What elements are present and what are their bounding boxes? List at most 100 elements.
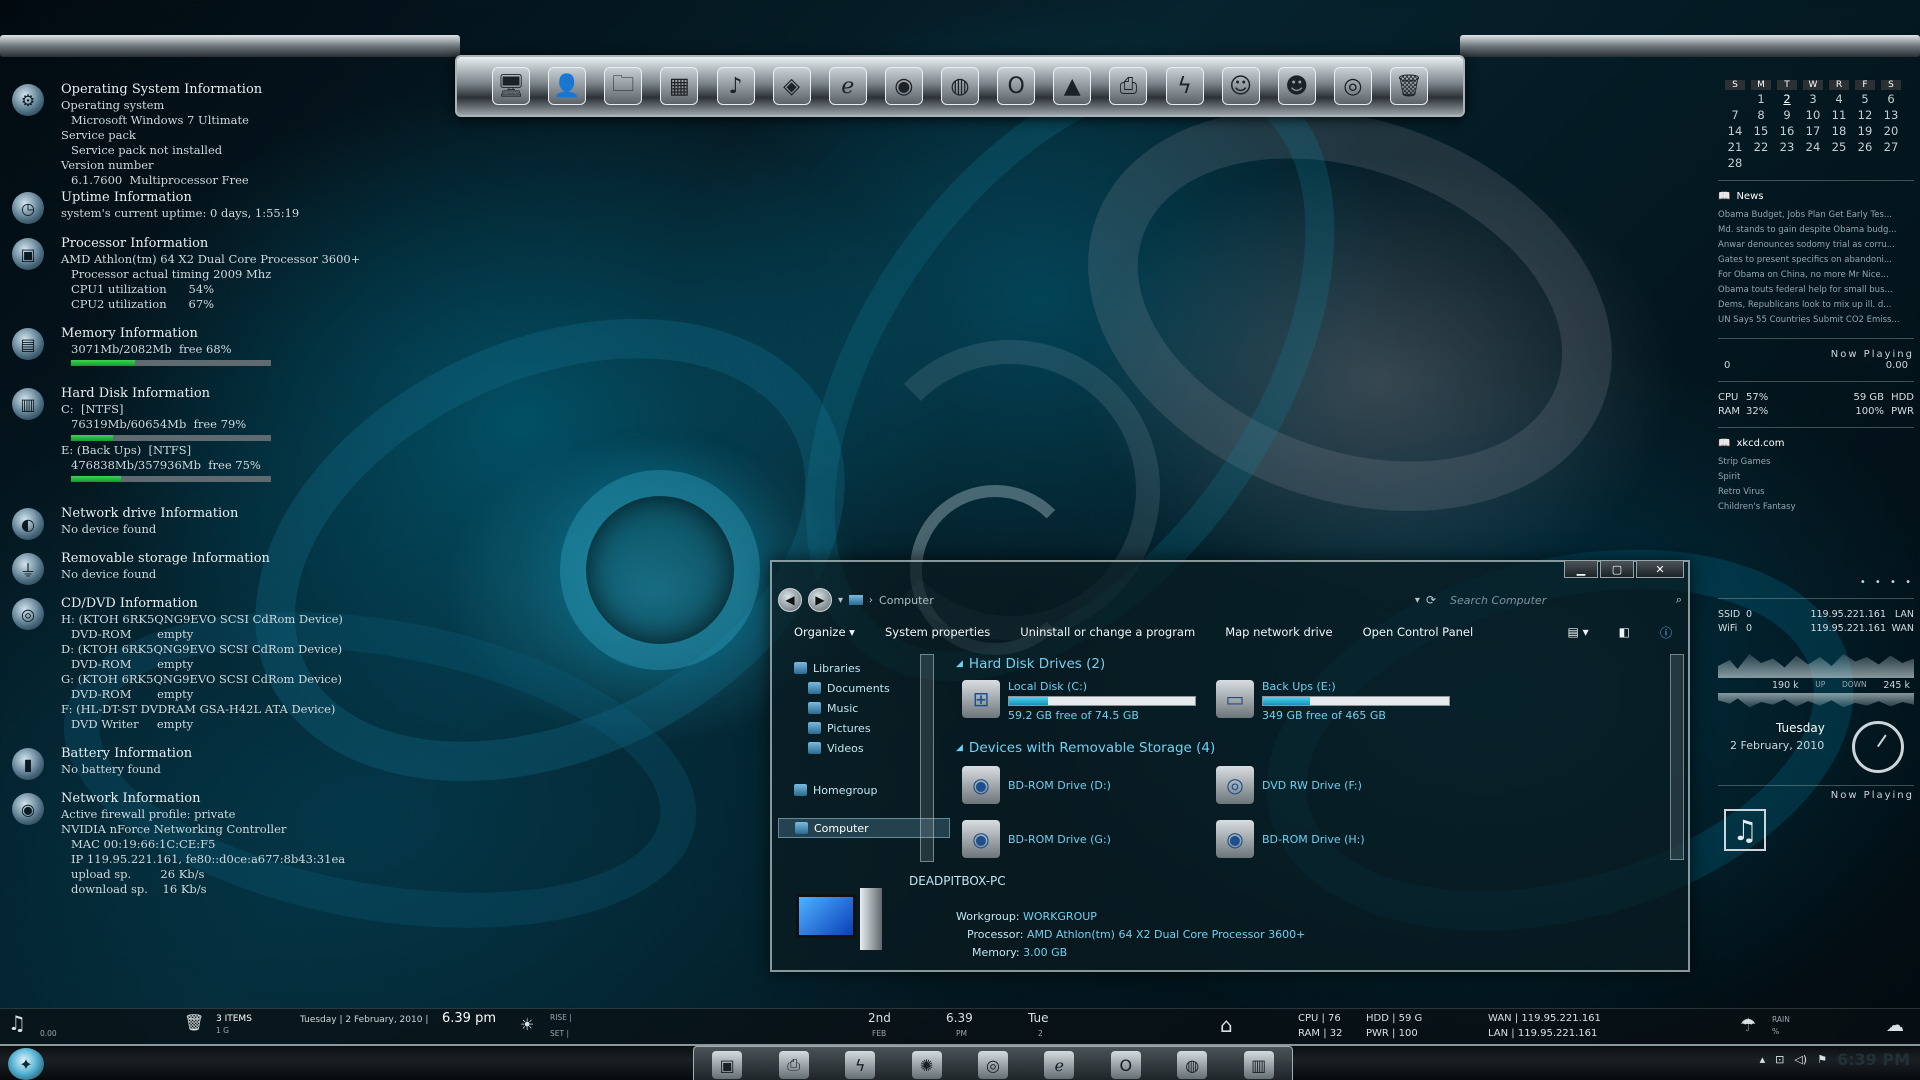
calculator-icon[interactable]: ▦ xyxy=(660,67,699,105)
uninstall-program-button[interactable]: Uninstall or change a program xyxy=(1020,625,1195,639)
system-properties-button[interactable]: System properties xyxy=(885,625,990,639)
calendar-day[interactable]: 22 xyxy=(1748,140,1774,154)
calendar-day[interactable]: 3 xyxy=(1800,92,1826,106)
music-note-icon[interactable]: ♫ xyxy=(1724,809,1766,851)
tray-arrow-icon[interactable]: ▴ xyxy=(1760,1053,1766,1066)
firefox-icon[interactable]: ◉ xyxy=(884,67,923,105)
calendar-day[interactable]: 1 xyxy=(1748,92,1774,106)
file-manager-icon[interactable]: ▣ xyxy=(712,1051,743,1079)
calendar-day[interactable]: 11 xyxy=(1826,108,1852,122)
open-control-panel-button[interactable]: Open Control Panel xyxy=(1363,625,1474,639)
news-item[interactable]: Obama touts federal help for small bus..… xyxy=(1718,283,1914,298)
calendar-day[interactable]: 19 xyxy=(1852,124,1878,138)
flag-icon[interactable]: ⚑ xyxy=(1817,1053,1827,1066)
calendar-day[interactable]: 27 xyxy=(1878,140,1904,154)
news-item[interactable]: UN Says 55 Countries Submit CO2 Emiss... xyxy=(1718,313,1914,328)
winamp-icon[interactable]: ϟ xyxy=(1165,67,1204,105)
drive-local-c[interactable]: ⊞ Local Disk (C:) 59.2 GB free of 74.5 G… xyxy=(962,680,1196,722)
map-network-drive-button[interactable]: Map network drive xyxy=(1225,625,1332,639)
calendar-day[interactable]: 15 xyxy=(1748,124,1774,138)
messenger-icon[interactable]: ☺ xyxy=(1221,67,1260,105)
drive-bdrom-g[interactable]: ◉ BD-ROM Drive (G:) xyxy=(962,820,1111,858)
tray-clock[interactable]: 6:39 PM xyxy=(1837,1050,1910,1069)
documents-icon[interactable]: 🗀 xyxy=(604,67,643,105)
xkcd-item[interactable]: Children's Fantasy xyxy=(1718,500,1914,515)
back-button[interactable]: ◀ xyxy=(778,588,802,612)
chrome-icon[interactable]: ◍ xyxy=(941,67,979,105)
calendar-day[interactable]: 8 xyxy=(1748,108,1774,122)
news-item[interactable]: Dems, Republicans look to mix up ill. d.… xyxy=(1718,298,1914,313)
chevron-down-icon[interactable]: ▾ xyxy=(838,595,843,606)
calendar-day[interactable]: 10 xyxy=(1800,108,1826,122)
recycle-bin-icon[interactable]: 🗑 xyxy=(1390,67,1428,105)
collapse-icon[interactable]: ◢ xyxy=(956,743,963,753)
calendar-day[interactable]: 14 xyxy=(1722,124,1748,138)
calendar-day[interactable]: 13 xyxy=(1878,108,1904,122)
music-note-icon[interactable]: ♪ xyxy=(716,67,755,105)
calendar-day[interactable]: 28 xyxy=(1722,156,1748,170)
refresh-icon[interactable]: ⟳ xyxy=(1426,593,1436,607)
calendar-day[interactable]: 12 xyxy=(1852,108,1878,122)
globe-icon[interactable]: ◍ xyxy=(1177,1051,1208,1079)
drive-bdrom-h[interactable]: ◉ BD-ROM Drive (H:) xyxy=(1216,820,1365,858)
opera-icon[interactable]: O xyxy=(997,67,1036,105)
printer-icon[interactable]: ⎙ xyxy=(778,1051,809,1079)
network-tray-icon[interactable]: ⊡ xyxy=(1775,1053,1784,1066)
calendar-day[interactable]: 9 xyxy=(1774,108,1800,122)
search-icon[interactable]: ⌕ xyxy=(1676,593,1682,607)
eye-icon[interactable]: ◎ xyxy=(977,1051,1008,1079)
view-options-icon[interactable]: ▤ ▾ xyxy=(1567,625,1588,639)
hdd-group-header[interactable]: ◢ Hard Disk Drives (2) xyxy=(956,654,1105,674)
volume-icon[interactable]: ◁) xyxy=(1794,1053,1807,1066)
disc-icon[interactable]: ◈ xyxy=(772,67,811,105)
drive-dvdrw-f[interactable]: ◎ DVD RW Drive (F:) xyxy=(1216,766,1362,804)
opera-icon[interactable]: O xyxy=(1110,1051,1141,1079)
home-icon[interactable]: ⌂ xyxy=(1220,1013,1233,1037)
printer-icon[interactable]: ⎙ xyxy=(1109,67,1148,105)
recycle-bin-icon[interactable]: 🗑 xyxy=(184,1013,204,1032)
drive-bdrom-d[interactable]: ◉ BD-ROM Drive (D:) xyxy=(962,766,1111,804)
close-button[interactable]: ✕ xyxy=(1636,560,1684,578)
news-item[interactable]: For Obama on China, no more Mr Nice... xyxy=(1718,268,1914,283)
calendar-day[interactable]: 16 xyxy=(1774,124,1800,138)
xkcd-item[interactable]: Retro Virus xyxy=(1718,485,1914,500)
search-input[interactable]: Search Computer ⌕ xyxy=(1442,589,1682,611)
ie-icon[interactable]: ℯ xyxy=(828,67,867,105)
calendar-day[interactable]: 17 xyxy=(1800,124,1826,138)
nav-scrollbar[interactable] xyxy=(920,654,934,862)
help-icon[interactable]: ⓘ xyxy=(1660,624,1672,641)
user-folder-icon[interactable]: 👤 xyxy=(548,67,587,105)
calendar-day[interactable]: 26 xyxy=(1852,140,1878,154)
organize-button[interactable]: Organize ▾ xyxy=(794,625,855,639)
news-item[interactable]: Obama Budget, Jobs Plan Get Early Tes... xyxy=(1718,208,1914,223)
settings-icon[interactable]: ✺ xyxy=(911,1051,942,1079)
collapse-icon[interactable]: ◢ xyxy=(956,659,963,669)
start-button[interactable]: ✦ xyxy=(8,1048,44,1080)
preview-pane-icon[interactable]: ◧ xyxy=(1619,625,1630,639)
calendar-day[interactable]: 7 xyxy=(1722,108,1748,122)
news-item[interactable]: Anwar denounces sodomy trial as corru... xyxy=(1718,238,1914,253)
removable-group-header[interactable]: ◢ Devices with Removable Storage (4) xyxy=(956,738,1215,758)
people-icon[interactable]: ☻ xyxy=(1277,67,1316,105)
ie-icon[interactable]: ℯ xyxy=(1044,1051,1075,1079)
eye-icon[interactable]: ◎ xyxy=(1333,67,1372,105)
drive-backups-e[interactable]: ▭ Back Ups (E:) 349 GB free of 465 GB xyxy=(1216,680,1450,722)
calendar-day[interactable]: 4 xyxy=(1826,92,1852,106)
music-note-icon[interactable]: ♫ xyxy=(8,1011,26,1035)
calendar-day[interactable]: 2 xyxy=(1774,92,1800,106)
address-path[interactable]: Computer xyxy=(879,594,1409,607)
calendar-day[interactable]: 6 xyxy=(1878,92,1904,106)
chevron-right-icon[interactable]: › xyxy=(869,595,873,606)
explorer-icon[interactable]: ▥ xyxy=(1243,1051,1274,1079)
calendar-day[interactable]: 5 xyxy=(1852,92,1878,106)
winamp-icon[interactable]: ϟ xyxy=(845,1051,876,1079)
xkcd-item[interactable]: Spirit xyxy=(1718,470,1914,485)
news-item[interactable]: Gates to present specifics on abandoni..… xyxy=(1718,253,1914,268)
calendar-day[interactable]: 24 xyxy=(1800,140,1826,154)
calendar-day[interactable]: 21 xyxy=(1722,140,1748,154)
calendar-day[interactable]: 18 xyxy=(1826,124,1852,138)
maximize-button[interactable]: ▢ xyxy=(1600,560,1634,578)
computer-icon[interactable]: 🖥 xyxy=(492,67,530,105)
chevron-down-icon[interactable]: ▾ xyxy=(1415,595,1420,606)
content-scrollbar[interactable] xyxy=(1670,654,1684,860)
